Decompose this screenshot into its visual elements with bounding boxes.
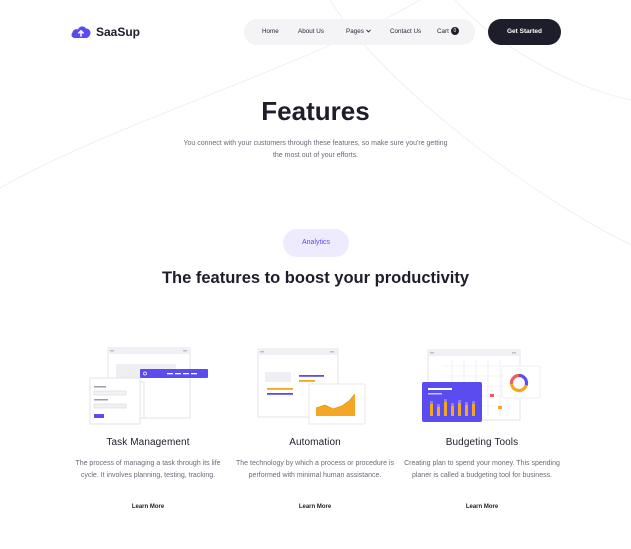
- nav-item-pages-label: Pages: [346, 28, 364, 35]
- nav-item-cart[interactable]: Cart 0: [437, 19, 459, 45]
- feature-card-budgeting-tools: Budgeting Tools Creating plan to spend y…: [402, 338, 562, 528]
- automation-illustration: [257, 348, 366, 425]
- nav-item-cart-label: Cart: [437, 28, 449, 35]
- get-started-button[interactable]: Get Started: [488, 19, 561, 45]
- nav-item-pages[interactable]: Pages: [346, 19, 371, 45]
- analytics-pill: Analytics: [283, 229, 349, 257]
- page-subtitle: You connect with your customers through …: [183, 140, 448, 159]
- feature-description: Creating plan to spend your money. This …: [404, 460, 560, 479]
- feature-description: The process of managing a task through i…: [75, 460, 221, 479]
- learn-more-link[interactable]: Learn More: [235, 504, 395, 510]
- cart-count-badge: 0: [450, 27, 459, 36]
- feature-title: Automation: [289, 437, 341, 448]
- cloud-upload-icon: [71, 26, 91, 38]
- feature-title: Task Management: [106, 437, 190, 448]
- nav-item-about-us[interactable]: About Us: [298, 19, 324, 45]
- nav-item-home[interactable]: Home: [262, 19, 279, 45]
- learn-more-link[interactable]: Learn More: [68, 504, 228, 510]
- nav-item-contact-us[interactable]: Contact Us: [390, 19, 421, 45]
- task-management-illustration: [89, 347, 208, 425]
- chevron-down-icon: [366, 29, 371, 33]
- page-title: Features: [261, 96, 370, 126]
- feature-description: The technology by which a process or pro…: [236, 460, 394, 479]
- brand-name: SaaSup: [96, 25, 141, 39]
- section-title: The features to boost your productivity: [161, 269, 470, 287]
- budgeting-illustration: [422, 349, 541, 422]
- learn-more-link[interactable]: Learn More: [402, 504, 562, 510]
- main-nav: Home About Us Pages Contact Us Cart 0: [244, 19, 475, 45]
- feature-card-automation: Automation The technology by which a pro…: [235, 338, 395, 528]
- feature-card-task-management: Task Management The process of managing …: [68, 338, 228, 528]
- feature-title: Budgeting Tools: [445, 437, 519, 448]
- logo[interactable]: SaaSup: [70, 24, 140, 40]
